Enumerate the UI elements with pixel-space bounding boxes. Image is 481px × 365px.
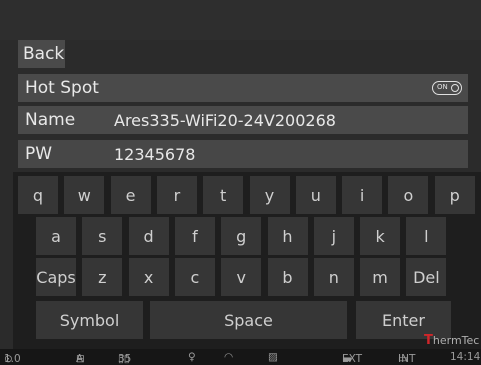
name-field-row[interactable]: Name Ares335-WiFi20-24V200268 (18, 106, 468, 134)
pw-label: PW (25, 144, 53, 164)
key-i[interactable]: i (342, 176, 383, 214)
back-button-label: Back (23, 44, 65, 64)
screen-cast-icon: ▨ (268, 351, 278, 363)
key-g[interactable]: g (221, 217, 262, 255)
key-k[interactable]: k (360, 217, 401, 255)
key-y[interactable]: y (249, 176, 290, 214)
toggle-knob (451, 83, 459, 92)
key-d[interactable]: d (128, 217, 169, 255)
toggle-text: ON (437, 83, 448, 91)
key-s[interactable]: s (82, 217, 123, 255)
key-del[interactable]: Del (406, 258, 447, 296)
key-h[interactable]: h (267, 217, 308, 255)
key-w[interactable]: w (64, 176, 105, 214)
ext-storage-icon: ▬ (342, 353, 352, 365)
microphone-icon: ♀ (188, 351, 196, 363)
space-key[interactable]: Space (150, 301, 347, 339)
key-z[interactable]: z (82, 258, 123, 296)
clock: 14:14 (450, 351, 481, 363)
back-button[interactable]: Back (18, 40, 65, 68)
key-m[interactable]: m (360, 258, 401, 296)
name-value[interactable]: Ares335-WiFi20-24V200268 (114, 111, 336, 130)
wifi-icon: ◠ (224, 351, 234, 363)
hotspot-toggle[interactable]: ON (432, 81, 462, 95)
key-n[interactable]: n (313, 258, 354, 296)
key-f[interactable]: f (174, 217, 215, 255)
key-caps[interactable]: Caps (36, 258, 76, 296)
key-v[interactable]: v (221, 258, 262, 296)
key-q[interactable]: q (18, 176, 58, 214)
int-storage-icon: ▭ (398, 353, 408, 365)
key-u[interactable]: u (295, 176, 336, 214)
key-r[interactable]: r (156, 176, 197, 214)
key-c[interactable]: c (174, 258, 215, 296)
hotspot-label: Hot Spot (25, 78, 99, 98)
pw-field-row[interactable]: PW 12345678 (18, 140, 468, 168)
key-x[interactable]: x (128, 258, 169, 296)
status-bar: ⊙ 1.0 ⊟ A ▯▯ 35 ♀ ◠ ▨ EXT ▬ INT ▭ 14:14 (0, 349, 481, 365)
pw-value[interactable]: 12345678 (114, 145, 195, 164)
key-t[interactable]: t (203, 176, 244, 214)
key-l[interactable]: l (406, 217, 447, 255)
key-p[interactable]: p (434, 176, 475, 214)
hotspot-row[interactable]: Hot Spot ON (18, 74, 468, 102)
thermtec-logo: ThermTec (424, 333, 480, 348)
name-label: Name (25, 110, 76, 130)
top-padding (0, 0, 481, 40)
key-b[interactable]: b (267, 258, 308, 296)
symbol-key[interactable]: Symbol (36, 301, 143, 339)
key-e[interactable]: e (110, 176, 151, 214)
key-o[interactable]: o (388, 176, 429, 214)
key-a[interactable]: a (36, 217, 76, 255)
key-j[interactable]: j (313, 217, 354, 255)
